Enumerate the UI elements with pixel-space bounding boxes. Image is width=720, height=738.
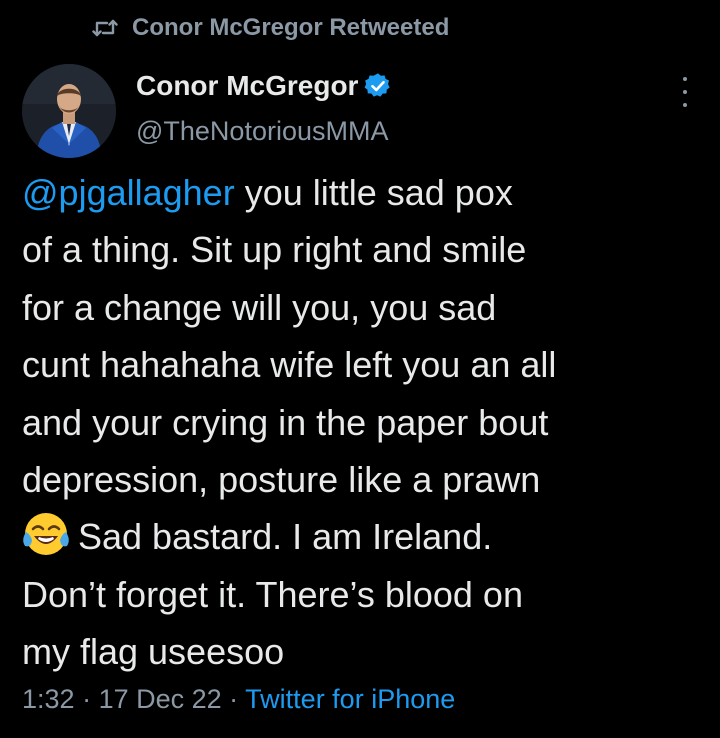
- author-name[interactable]: Conor McGregor: [136, 70, 358, 102]
- tweet-line: Don’t forget it. There’s blood on: [22, 573, 523, 615]
- author-handle[interactable]: @TheNotoriousMMA: [136, 116, 388, 147]
- tweet-line: of a thing. Sit up right and smile: [22, 229, 527, 271]
- tweet-line: and your crying in the paper bout: [22, 401, 549, 443]
- mention-link[interactable]: @pjgallagher: [22, 172, 235, 213]
- tweet-line: depression, posture like a prawn: [22, 458, 541, 500]
- tweet-source-link[interactable]: Twitter for iPhone: [245, 684, 455, 714]
- avatar[interactable]: [22, 64, 116, 158]
- tweet-text-segment: you little sad pox: [234, 172, 513, 213]
- separator: ·: [221, 684, 246, 714]
- tweet-metadata: 1:32 · 17 Dec 22 · Twitter for iPhone: [22, 684, 455, 715]
- tweet-text-segment: Sad bastard. I am Ireland.: [78, 516, 493, 558]
- tweet-line: @pjgallagher you little sad pox: [22, 164, 702, 221]
- retweet-icon: [92, 17, 118, 39]
- tweet-line: Sad bastard. I am Ireland.: [22, 508, 702, 565]
- author-name-row[interactable]: Conor McGregor: [136, 70, 392, 102]
- tweet-line: for a change will you, you sad: [22, 286, 497, 328]
- more-options-icon[interactable]: [676, 77, 694, 107]
- tweet-date[interactable]: 17 Dec 22: [99, 684, 222, 714]
- tweet-line: my flag useesoo: [22, 631, 285, 673]
- tweet-text: @pjgallagher you little sad pox of a thi…: [22, 164, 702, 681]
- face-with-tears-of-joy-icon: [22, 510, 70, 558]
- verified-badge-icon: [364, 72, 392, 100]
- tweet-line: cunt hahahaha wife left you an all: [22, 344, 557, 386]
- tweet-time[interactable]: 1:32: [22, 684, 75, 714]
- retweet-banner-text: Conor McGregor Retweeted: [132, 14, 450, 41]
- separator: ·: [74, 684, 99, 714]
- retweet-banner[interactable]: Conor McGregor Retweeted: [92, 14, 449, 42]
